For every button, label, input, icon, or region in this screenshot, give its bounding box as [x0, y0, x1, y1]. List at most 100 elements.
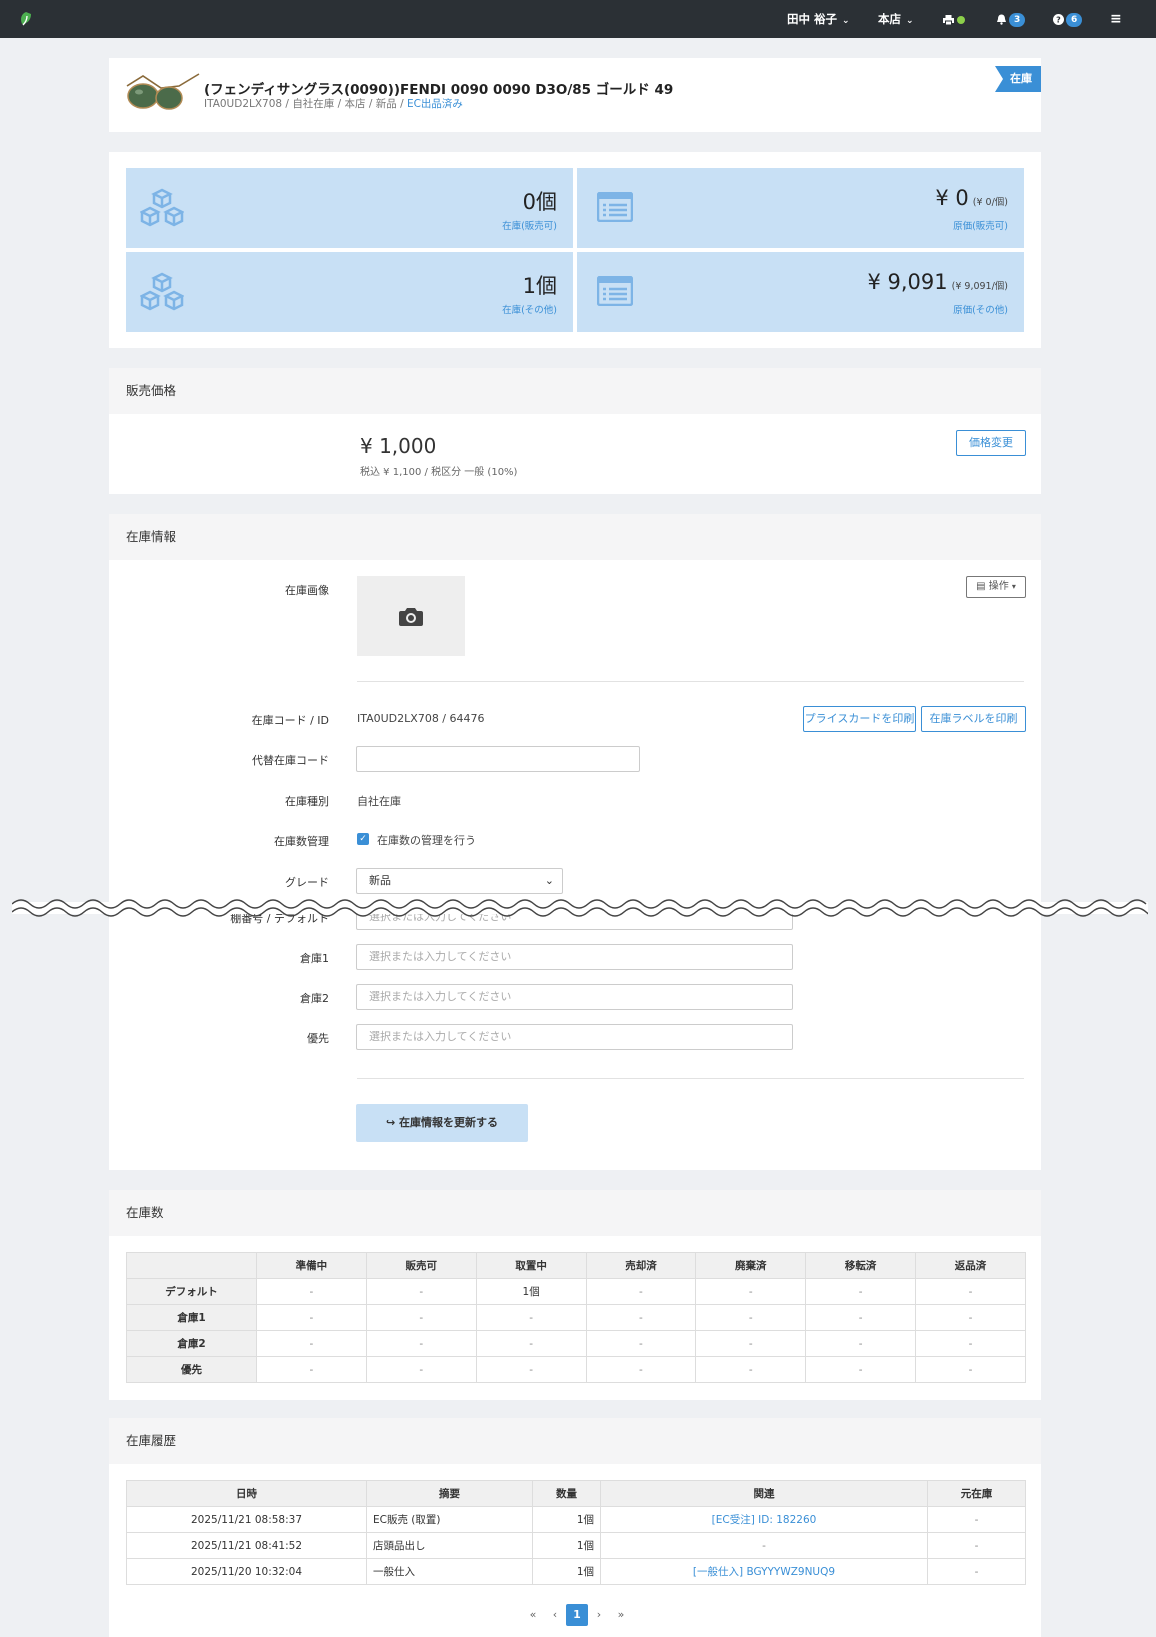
table-cell: -: [585, 1356, 697, 1383]
table-cell: -: [365, 1304, 477, 1331]
type-value: 自社在庫: [357, 795, 401, 808]
warehouse2-label: 倉庫2: [300, 992, 329, 1005]
operations-dropdown[interactable]: ▤ 操作 ▾: [966, 576, 1026, 598]
related-link[interactable]: [一般仕入] BGYYYWZ9NUQ9: [600, 1558, 928, 1585]
manage-checkbox[interactable]: ✓: [357, 833, 369, 845]
table-cell: -: [365, 1356, 477, 1383]
grade-label: グレード: [285, 876, 329, 889]
chevron-down-icon: ⌄: [906, 16, 914, 26]
stat-label[interactable]: 原価(その他): [953, 302, 1008, 316]
origin-cell: -: [927, 1506, 1026, 1533]
origin-cell: -: [927, 1558, 1026, 1585]
table-header-row: 日時 摘要 数量 関連 元在庫: [126, 1480, 1026, 1507]
table-row: 2025/11/21 08:41:52 店頭品出し 1個 - -: [126, 1532, 1026, 1559]
priority-input[interactable]: 選択または入力してください: [356, 1024, 793, 1050]
operations-label: 操作: [988, 581, 1009, 592]
date-cell: 2025/11/21 08:58:37: [126, 1506, 367, 1533]
table-row: 2025/11/21 08:58:37 EC販売 (取置) 1個 [EC受注] ID:…: [126, 1506, 1026, 1533]
user-name: 田中 裕子: [787, 12, 838, 26]
update-stock-button[interactable]: ↪ 在庫情報を更新する: [356, 1104, 528, 1142]
product-type: 自社在庫: [292, 98, 335, 110]
stat-unit: (¥ 9,091/個): [951, 281, 1008, 292]
chevron-down-icon: ⌄: [842, 16, 850, 26]
stat-value: ¥ 9,091 (¥ 9,091/個): [867, 270, 1008, 294]
image-label: 在庫画像: [285, 584, 329, 597]
product-code: ITA0UD2LX708: [204, 98, 283, 110]
table-cell: 1個: [475, 1278, 587, 1305]
page-prev-button[interactable]: ‹: [544, 1604, 566, 1626]
code-label: 在庫コード / ID: [251, 714, 329, 727]
table-cell: -: [805, 1356, 917, 1383]
table-cell: -: [805, 1304, 917, 1331]
table-cell: -: [695, 1356, 807, 1383]
column-header: 売却済: [585, 1252, 697, 1279]
ec-status-link[interactable]: EC出品済み: [407, 98, 463, 110]
notifications-button[interactable]: 3: [996, 0, 1026, 38]
column-header: 摘要: [366, 1480, 533, 1507]
table-cell: -: [915, 1356, 1026, 1383]
date-cell: 2025/11/20 10:32:04: [126, 1558, 367, 1585]
warehouse2-input[interactable]: 選択または入力してください: [356, 984, 793, 1010]
page-current[interactable]: 1: [566, 1604, 588, 1626]
stock-counts-header: 在庫数: [109, 1190, 1041, 1236]
table-cell: -: [256, 1330, 367, 1357]
page-last-button[interactable]: »: [610, 1604, 632, 1626]
stat-label[interactable]: 在庫(販売可): [502, 218, 557, 232]
related-link: -: [600, 1532, 928, 1559]
code-value: ITA0UD2LX708 / 64476: [357, 712, 485, 725]
column-header: 取置中: [475, 1252, 587, 1279]
row-header: 優先: [126, 1356, 257, 1383]
notification-count-badge: 3: [1009, 12, 1026, 27]
summary-cell: 一般仕入: [366, 1558, 533, 1585]
table-cell: -: [256, 1304, 367, 1331]
table-cell: -: [256, 1278, 367, 1305]
change-price-button[interactable]: 価格変更: [956, 430, 1026, 456]
status-ribbon: 在庫: [995, 66, 1041, 92]
price-amount: ¥ 1,000: [360, 434, 437, 458]
product-grade: 新品: [375, 98, 397, 110]
grade-select[interactable]: 新品 ⌄: [356, 868, 563, 894]
user-menu[interactable]: 田中 裕子 ⌄: [787, 0, 850, 38]
summary-cell: 店頭品出し: [366, 1532, 533, 1559]
share-icon: ↪: [385, 1116, 396, 1129]
product-store: 本店: [344, 98, 366, 110]
stat-label[interactable]: 在庫(その他): [502, 302, 557, 316]
stat-tile-cost-other: ¥ 9,091 (¥ 9,091/個) 原価(その他): [577, 252, 1024, 332]
manage-checkbox-label[interactable]: 在庫数の管理を行う: [377, 832, 476, 848]
warehouse1-input[interactable]: 選択または入力してください: [356, 944, 793, 970]
print-price-card-button[interactable]: プライスカードを印刷: [803, 706, 916, 732]
stat-value: 1個: [522, 274, 557, 298]
table-cell: -: [915, 1278, 1026, 1305]
page-first-button[interactable]: «: [522, 1604, 544, 1626]
stock-counts-card: 在庫数 準備中 販売可 取置中 売却済 廃棄済 移転済 返品済 デフォルト - -1…: [109, 1190, 1041, 1400]
printer-status[interactable]: [943, 0, 965, 38]
app-logo-icon[interactable]: [18, 11, 34, 27]
stock-info-header: 在庫情報: [109, 514, 1041, 560]
column-header: 数量: [532, 1480, 601, 1507]
table-cell: -: [805, 1278, 917, 1305]
table-row: 優先 - - - - - - -: [126, 1356, 1026, 1383]
page-next-button[interactable]: ›: [588, 1604, 610, 1626]
table-cell: -: [915, 1304, 1026, 1331]
help-button[interactable]: ? 6: [1053, 0, 1083, 38]
column-header: 日時: [126, 1480, 367, 1507]
print-label-button[interactable]: 在庫ラベルを印刷: [921, 706, 1026, 732]
qty-cell: 1個: [532, 1558, 601, 1585]
bell-icon: [997, 14, 1006, 25]
printer-icon: [943, 14, 954, 25]
table-cell: -: [475, 1330, 587, 1357]
stats-card: 0個 在庫(販売可) ¥ 0 (¥ 0/個) 原価(販売可) 1個 在庫(その他)…: [109, 152, 1041, 348]
column-header: 元在庫: [927, 1480, 1026, 1507]
warehouse1-label: 倉庫1: [300, 952, 329, 965]
stat-label[interactable]: 原価(販売可): [953, 218, 1008, 232]
menu-icon[interactable]: ≡: [1110, 0, 1122, 38]
stock-image-upload[interactable]: [357, 576, 465, 656]
column-header: 販売可: [365, 1252, 477, 1279]
related-link[interactable]: [EC受注] ID: 182260: [600, 1506, 928, 1533]
date-cell: 2025/11/21 08:41:52: [126, 1532, 367, 1559]
cubes-icon: [140, 188, 184, 227]
stock-counts-table: 準備中 販売可 取置中 売却済 廃棄済 移転済 返品済 デフォルト - -1個 - - -…: [126, 1252, 1026, 1383]
product-thumbnail[interactable]: [123, 70, 201, 118]
alt-code-input[interactable]: [356, 746, 640, 772]
store-menu[interactable]: 本店 ⌄: [878, 0, 914, 38]
